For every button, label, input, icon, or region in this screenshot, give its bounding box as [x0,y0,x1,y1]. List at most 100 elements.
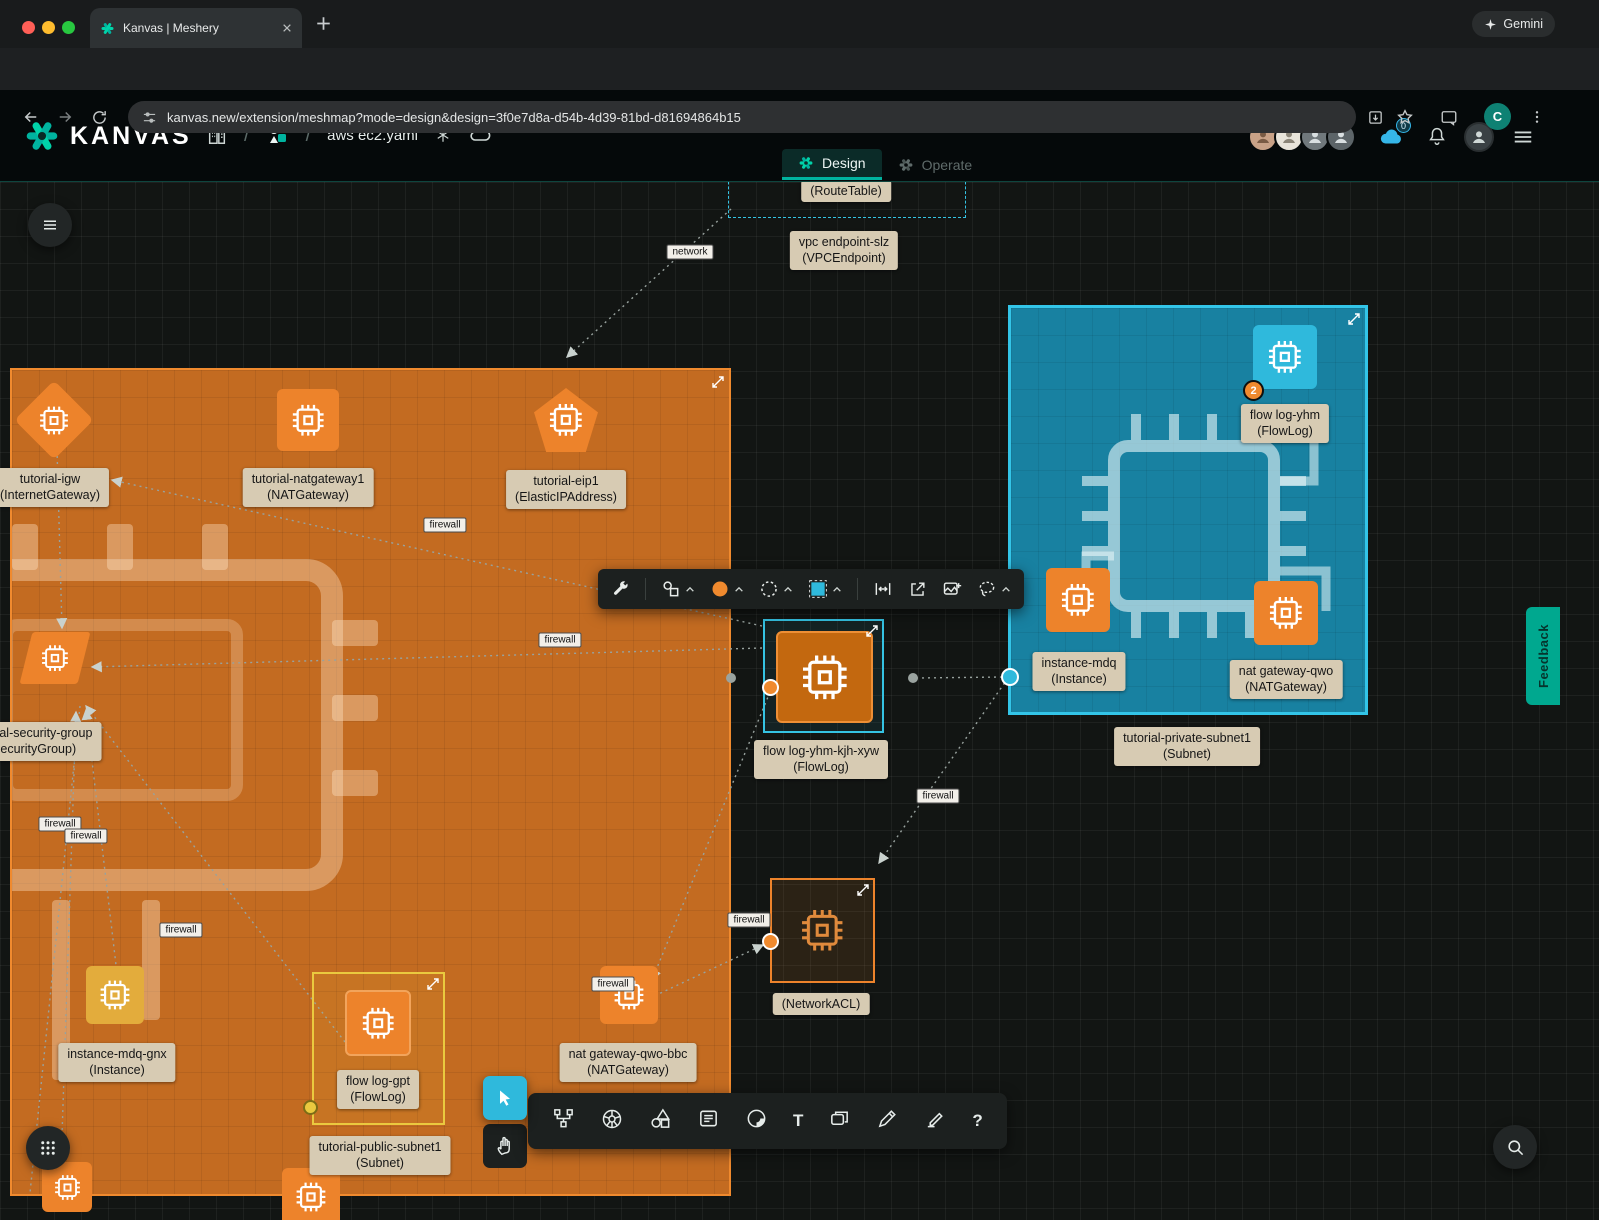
node-label-nat-gateway-qwo[interactable]: nat gateway-qwo(NATGateway) [1230,660,1343,699]
connection-handle[interactable] [762,933,779,950]
apps-grid-button[interactable] [26,1126,70,1170]
edge-label-firewall[interactable]: firewall [916,789,959,804]
flow-log-gpt-icon[interactable] [345,990,411,1056]
node-label-flow-log-gpt[interactable]: flow log-gpt(FlowLog) [337,1070,419,1109]
resize-handle-icon[interactable] [427,978,439,990]
sparkle-icon [1484,18,1497,31]
node-label-security-group[interactable]: tutorial-security-group(SecurityGroup) [0,722,101,761]
edge-label-firewall[interactable]: firewall [159,923,202,938]
card-tool-button[interactable] [828,1107,851,1135]
help-tool-button[interactable]: ? [972,1111,982,1131]
forward-button[interactable] [50,102,80,132]
tab-close-icon[interactable] [282,23,292,33]
text-tool-button[interactable]: T [793,1111,803,1131]
resize-width-button[interactable] [873,579,893,599]
zoom-search-button[interactable] [1493,1125,1537,1169]
kubernetes-tool-button[interactable] [600,1107,624,1136]
edge-label-firewall[interactable]: firewall [64,829,107,844]
node-label-public-subnet[interactable]: tutorial-public-subnet1(Subnet) [310,1136,451,1175]
flow-log-icon[interactable] [776,631,873,723]
shapes-tool-button[interactable] [649,1107,672,1135]
canvas-menu-button[interactable] [28,203,72,247]
tab-design[interactable]: Design [782,149,882,180]
node-label-vpc-endpoint[interactable]: vpc endpoint-slz(VPCEndpoint) [790,231,898,270]
fill-color-button[interactable] [710,579,744,599]
edge-handle[interactable] [726,673,736,683]
node-label-nat-gateway-qwo-bbc[interactable]: nat gateway-qwo-bbc(NATGateway) [560,1043,697,1082]
node-label-elastic-ip[interactable]: tutorial-eip1(ElasticIPAddress) [506,470,626,509]
notes-tool-button[interactable] [697,1107,720,1135]
edge-label-firewall[interactable]: firewall [538,633,581,648]
browser-menu-button[interactable] [1522,102,1552,132]
edge-label-firewall[interactable]: firewall [591,977,634,992]
node-flow-log-gpt[interactable]: flow log-gpt(FlowLog) [312,972,445,1125]
edge-label-firewall[interactable]: firewall [423,518,466,533]
window-close-button[interactable] [22,21,35,34]
flowchart-tool-button[interactable] [552,1107,575,1135]
node-flow-log-yhm[interactable] [1253,325,1317,389]
media-controls-button[interactable] [1434,102,1464,132]
sticker-tool-button[interactable] [745,1107,768,1135]
node-flow-log-yhm-kjh-xyw[interactable] [763,619,884,733]
tab-operate[interactable]: Operate [882,149,989,180]
reload-button[interactable] [84,102,114,132]
shape-tool-button[interactable] [661,579,695,599]
node-label-network-acl[interactable]: (NetworkACL) [773,993,870,1015]
pan-tool-button[interactable] [483,1124,527,1168]
edge-label-network[interactable]: network [666,245,713,260]
window-minimize-button[interactable] [42,21,55,34]
connection-handle[interactable] [303,1100,318,1115]
shape-color-button[interactable] [808,579,842,599]
resize-handle-icon[interactable] [712,376,724,388]
chip-icon [97,977,133,1013]
node-label-private-subnet[interactable]: tutorial-private-subnet1(Subnet) [1114,727,1260,766]
edge-label-firewall[interactable]: firewall [727,913,770,928]
chip-icon [796,650,854,705]
chip-icon [359,1004,397,1042]
node-label-route-table[interactable]: (RouteTable) [801,180,891,202]
browser-address-bar: kanvas.new/extension/meshmap?mode=design… [0,48,1599,90]
node-label-internet-gateway[interactable]: tutorial-igw(InternetGateway) [0,468,109,507]
new-tab-button[interactable] [316,16,331,36]
pen-tool-button[interactable] [876,1107,899,1135]
open-in-new-button[interactable] [908,580,927,599]
configure-button[interactable] [611,580,630,599]
node-instance-mdq-gnx[interactable] [86,966,144,1024]
chip-icon [37,642,73,674]
connection-handle[interactable] [1001,668,1019,686]
resize-handle-icon[interactable] [866,625,878,637]
back-button[interactable] [16,102,46,132]
save-page-button[interactable] [1360,102,1390,132]
gemini-button[interactable]: Gemini [1472,11,1555,37]
node-label-nat-gateway-1[interactable]: tutorial-natgateway1(NATGateway) [243,468,374,507]
node-partial-bottom[interactable] [282,1168,340,1220]
feedback-tab[interactable]: Feedback [1526,607,1560,705]
tab-favicon [100,21,115,36]
select-tool-button[interactable] [483,1076,527,1120]
node-label-flow-log-yhm[interactable]: flow log-yhm(FlowLog) [1241,404,1329,443]
browser-profile-avatar[interactable]: C [1484,103,1511,130]
node-nat-gateway-qwo[interactable] [1254,581,1318,645]
add-image-button[interactable] [942,579,962,599]
node-nat-gateway-1[interactable] [277,389,339,451]
connection-handle[interactable] [762,679,779,696]
edge-handle[interactable] [908,673,918,683]
bookmark-star-button[interactable] [1390,102,1420,132]
design-mode-icon [798,155,814,171]
node-network-acl[interactable] [770,878,875,983]
url-field[interactable]: kanvas.new/extension/meshmap?mode=design… [128,101,1356,133]
node-label-instance-mdq[interactable]: instance-mdq(Instance) [1032,652,1125,691]
browser-tab[interactable]: Kanvas | Meshery [90,8,302,48]
resize-handle-icon[interactable] [857,884,869,896]
resize-handle-icon[interactable] [1348,313,1360,325]
node-label-instance-mdq-gnx[interactable]: instance-mdq-gnx(Instance) [58,1043,175,1082]
node-nat-gateway-qwo-bbc[interactable] [600,966,658,1024]
marker-tool-button[interactable] [924,1107,947,1135]
border-style-button[interactable] [759,579,793,599]
person-icon [1470,128,1488,146]
node-instance-mdq[interactable] [1046,568,1110,632]
node-label-flow-log-yhm-kjh-xyw[interactable]: flow log-yhm-kjh-xyw(FlowLog) [754,740,888,779]
site-settings-icon[interactable] [142,110,157,125]
lasso-tool-button[interactable] [977,579,1011,599]
window-zoom-button[interactable] [62,21,75,34]
